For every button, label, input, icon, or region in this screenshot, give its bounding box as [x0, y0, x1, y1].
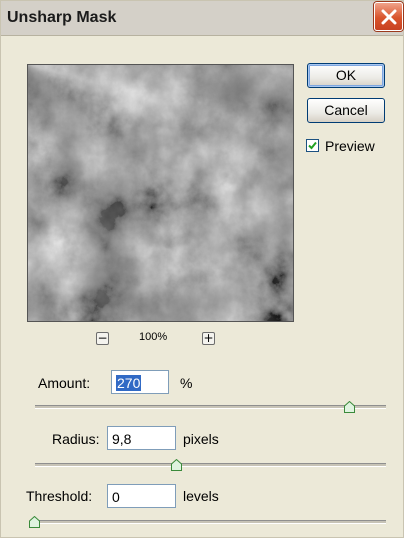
- close-icon: [381, 9, 397, 25]
- radius-value: 9,8: [112, 431, 132, 447]
- amount-slider-track[interactable]: [35, 405, 386, 409]
- zoom-out-button[interactable]: −: [96, 331, 109, 345]
- amount-unit: %: [180, 375, 193, 391]
- preview-image[interactable]: [27, 64, 294, 322]
- threshold-slider-track[interactable]: [35, 520, 386, 524]
- zoom-out-icon: −: [97, 331, 108, 345]
- zoom-level: 100%: [139, 331, 168, 343]
- threshold-unit: levels: [183, 488, 219, 504]
- amount-slider-thumb[interactable]: [344, 401, 355, 413]
- ok-button[interactable]: OK: [307, 63, 385, 88]
- unsharp-mask-dialog: Unsharp Mask OK Cancel Preview − 100% + …: [0, 0, 404, 538]
- close-button[interactable]: [374, 2, 403, 31]
- title-bar: Unsharp Mask: [1, 1, 403, 36]
- radius-slider-track[interactable]: [35, 463, 386, 467]
- threshold-label: Threshold:: [26, 488, 93, 504]
- threshold-value: 0: [112, 489, 120, 505]
- threshold-input[interactable]: 0: [107, 484, 176, 508]
- zoom-in-icon: +: [203, 331, 214, 345]
- preview-checkbox-box[interactable]: [306, 139, 319, 152]
- radius-slider-thumb[interactable]: [171, 459, 182, 471]
- radius-input[interactable]: 9,8: [107, 426, 176, 450]
- preview-label: Preview: [325, 138, 375, 154]
- radius-unit: pixels: [183, 431, 219, 447]
- dialog-title: Unsharp Mask: [7, 9, 117, 26]
- clouds-preview-graphic: [28, 65, 293, 321]
- amount-value: 270: [116, 375, 142, 391]
- check-icon: [308, 141, 317, 150]
- radius-label: Radius:: [52, 431, 100, 447]
- zoom-in-button[interactable]: +: [202, 331, 215, 345]
- cancel-button[interactable]: Cancel: [307, 98, 385, 123]
- threshold-slider-thumb[interactable]: [29, 516, 40, 528]
- amount-label: Amount:: [38, 375, 91, 391]
- amount-input[interactable]: 270: [111, 370, 169, 394]
